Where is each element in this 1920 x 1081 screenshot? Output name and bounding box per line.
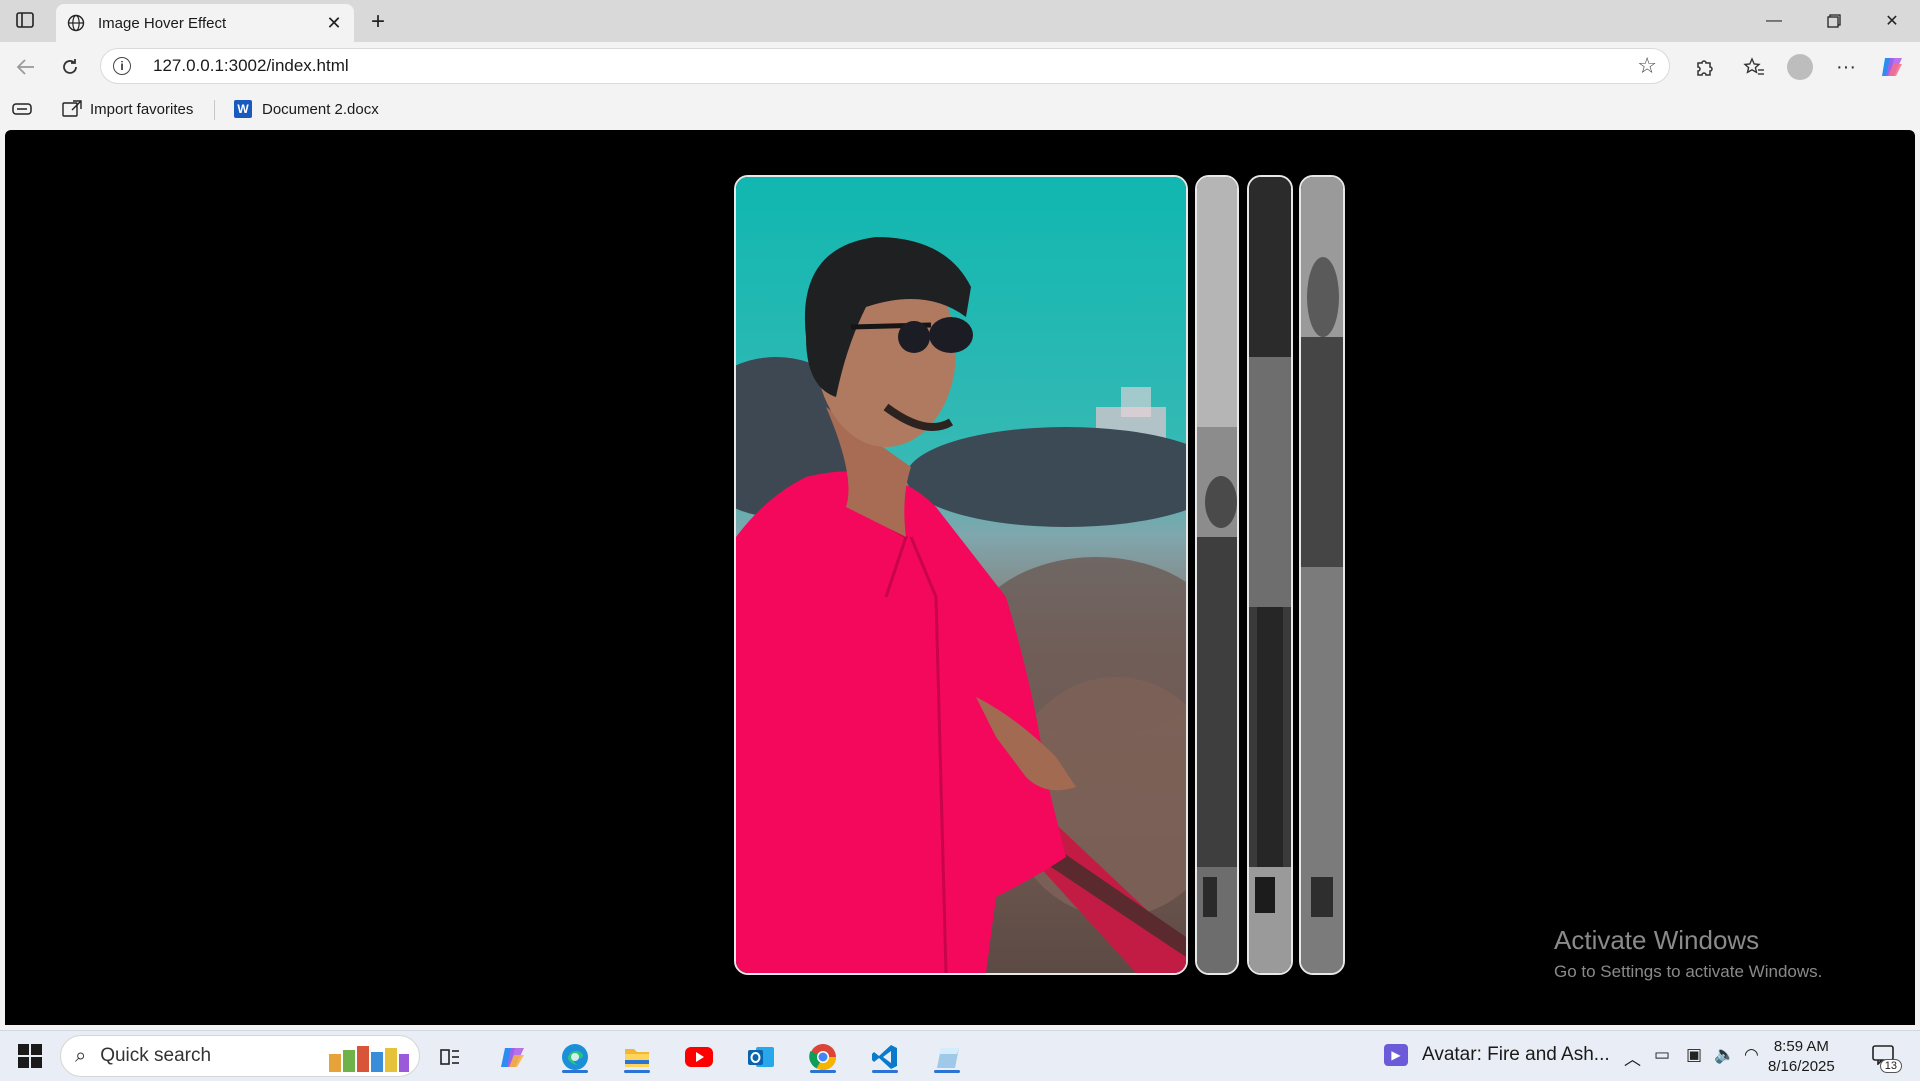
copilot-app-button[interactable]	[496, 1040, 530, 1074]
watermark-subtitle: Go to Settings to activate Windows.	[1554, 962, 1823, 981]
gallery-panel-expanded[interactable]	[734, 175, 1188, 975]
favorite-label: Document 2.docx	[262, 100, 379, 118]
youtube-button[interactable]	[682, 1040, 716, 1074]
puzzle-icon	[1697, 60, 1713, 76]
search-highlight-art-icon	[329, 1046, 409, 1072]
portrait-photo	[1249, 177, 1291, 973]
show-hidden-icons-chevron-icon[interactable]: ︿	[1624, 1045, 1641, 1070]
profile-button[interactable]	[1784, 51, 1816, 83]
media-play-icon: ▶	[1384, 1044, 1408, 1066]
app-icon	[937, 1048, 959, 1068]
favorites-list-icon	[1743, 57, 1764, 75]
app-button[interactable]	[930, 1040, 964, 1074]
chrome-button[interactable]	[806, 1040, 840, 1074]
active-app-indicator	[562, 1070, 588, 1073]
portrait-photo	[1197, 177, 1237, 973]
site-info-icon[interactable]: i	[113, 57, 131, 75]
activate-windows-watermark: Activate Windows Go to Settings to activ…	[1554, 925, 1822, 982]
gallery-panel-collapsed[interactable]	[1195, 175, 1239, 975]
taskbar-clock[interactable]: 8:59 AM 8/16/2025	[1768, 1037, 1835, 1077]
start-button[interactable]	[18, 1044, 42, 1068]
tab-bar: Image Hover Effect ✕ + — ✕	[0, 0, 1920, 42]
extensions-button[interactable]	[1688, 51, 1720, 83]
active-app-indicator	[934, 1070, 960, 1073]
active-app-indicator	[810, 1070, 836, 1073]
favorites-bar: Import favorites W Document 2.docx	[0, 92, 1920, 126]
taskbar-search[interactable]: ⌕ Quick search	[60, 1035, 420, 1077]
copilot-icon	[1882, 58, 1902, 76]
wifi-icon[interactable]: ◠	[1744, 1045, 1759, 1065]
tab-title: Image Hover Effect	[98, 14, 227, 32]
sidebar-icon	[16, 12, 34, 28]
outlook-button[interactable]	[744, 1040, 778, 1074]
portrait-photo	[736, 177, 1186, 973]
back-button[interactable]	[10, 51, 42, 83]
edge-app-button[interactable]	[558, 1040, 592, 1074]
avatar	[1787, 54, 1813, 80]
meet-now-icon[interactable]: ▣	[1686, 1045, 1702, 1065]
sidebar-toggle-button[interactable]	[14, 10, 36, 30]
search-label: Quick search	[100, 1045, 212, 1066]
more-options-button[interactable]: ···	[1830, 51, 1862, 83]
media-widget[interactable]: ▶ Avatar: Fire and Ash...	[1384, 1044, 1610, 1066]
close-tab-icon[interactable]: ✕	[320, 9, 348, 37]
favorite-star-icon[interactable]: ☆	[1637, 53, 1657, 79]
refresh-icon	[63, 59, 77, 74]
url-text[interactable]: 127.0.0.1:3002/index.html	[153, 56, 1637, 76]
minimize-button[interactable]: —	[1746, 0, 1802, 42]
gallery-panel-collapsed[interactable]	[1247, 175, 1293, 975]
import-favorites-icon	[62, 100, 82, 117]
active-app-indicator	[872, 1070, 898, 1073]
address-bar-row: i 127.0.0.1:3002/index.html ☆ ···	[0, 42, 1920, 92]
new-tab-button[interactable]: +	[364, 8, 392, 36]
copilot-button[interactable]	[1876, 51, 1908, 83]
refresh-button[interactable]	[54, 51, 86, 83]
vscode-icon	[872, 1045, 897, 1069]
task-view-icon	[440, 1049, 459, 1065]
vscode-button[interactable]	[868, 1040, 902, 1074]
favorites-divider	[214, 100, 215, 120]
copilot-icon	[501, 1048, 524, 1067]
favorite-label: Import favorites	[90, 100, 194, 118]
favorites-button[interactable]	[1738, 51, 1770, 83]
task-view-button[interactable]	[433, 1040, 467, 1074]
close-window-button[interactable]: ✕	[1864, 0, 1920, 42]
chrome-icon	[809, 1044, 837, 1071]
volume-icon[interactable]: 🔈	[1714, 1045, 1735, 1065]
windows-logo-icon	[18, 1044, 29, 1055]
restore-icon	[1827, 14, 1841, 28]
favorite-document[interactable]: W Document 2.docx	[234, 98, 379, 120]
gallery-panel-collapsed[interactable]	[1299, 175, 1345, 975]
clock-time: 8:59 AM	[1773, 1038, 1829, 1055]
page-viewport: Activate Windows Go to Settings to activ…	[5, 130, 1915, 1025]
watermark-title: Activate Windows	[1554, 925, 1760, 955]
more-icon: ···	[1836, 55, 1856, 78]
active-tab[interactable]: Image Hover Effect ✕	[56, 4, 354, 42]
active-app-indicator	[624, 1070, 650, 1073]
restore-button[interactable]	[1806, 0, 1862, 42]
collections-button[interactable]	[12, 98, 32, 120]
url-field[interactable]: i 127.0.0.1:3002/index.html ☆	[100, 48, 1670, 84]
file-explorer-icon	[625, 1049, 649, 1067]
globe-icon	[66, 13, 86, 33]
favorite-import-favorites[interactable]: Import favorites	[62, 98, 193, 120]
taskbar: ⌕ Quick search ▶ Avatar: Fire and Ash...…	[0, 1030, 1920, 1081]
edge-icon	[562, 1044, 588, 1070]
notifications-button[interactable]: 13	[1870, 1043, 1902, 1073]
file-explorer-button[interactable]	[620, 1040, 654, 1074]
portrait-photo	[1301, 177, 1343, 973]
notification-count-badge: 13	[1879, 1059, 1902, 1073]
outlook-icon	[748, 1047, 774, 1067]
clock-date: 8/16/2025	[1768, 1058, 1835, 1075]
youtube-icon	[685, 1047, 713, 1067]
collections-icon	[12, 103, 32, 115]
word-document-icon: W	[234, 100, 252, 118]
back-arrow-icon	[16, 59, 34, 75]
media-title: Avatar: Fire and Ash...	[1422, 1044, 1610, 1065]
battery-icon[interactable]: ▭	[1654, 1045, 1670, 1065]
search-icon: ⌕	[75, 1044, 87, 1067]
